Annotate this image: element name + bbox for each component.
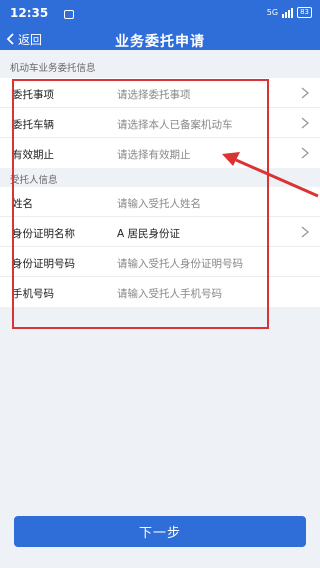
chevron-right-icon — [301, 87, 310, 99]
battery-icon: 83 — [297, 7, 312, 18]
section-title-vehicle: 机动车业务委托信息 — [10, 63, 96, 74]
chevron-right-icon — [301, 147, 310, 159]
notification-icon — [64, 10, 74, 19]
signal-icon — [282, 7, 294, 18]
annotation-highlight-box — [12, 79, 269, 329]
status-icons: 5G 83 — [267, 7, 312, 18]
status-bar: 12:35 5G 83 — [0, 0, 320, 28]
battery-level: 83 — [300, 8, 309, 16]
status-time: 12:35 — [10, 6, 49, 20]
nav-bar: 返回 业务委托申请 — [0, 28, 320, 50]
page-title: 业务委托申请 — [115, 34, 205, 50]
next-step-button[interactable]: 下一步 — [14, 516, 306, 547]
chevron-right-icon — [301, 226, 310, 238]
chevron-right-icon — [301, 117, 310, 129]
network-label: 5G — [266, 8, 279, 17]
